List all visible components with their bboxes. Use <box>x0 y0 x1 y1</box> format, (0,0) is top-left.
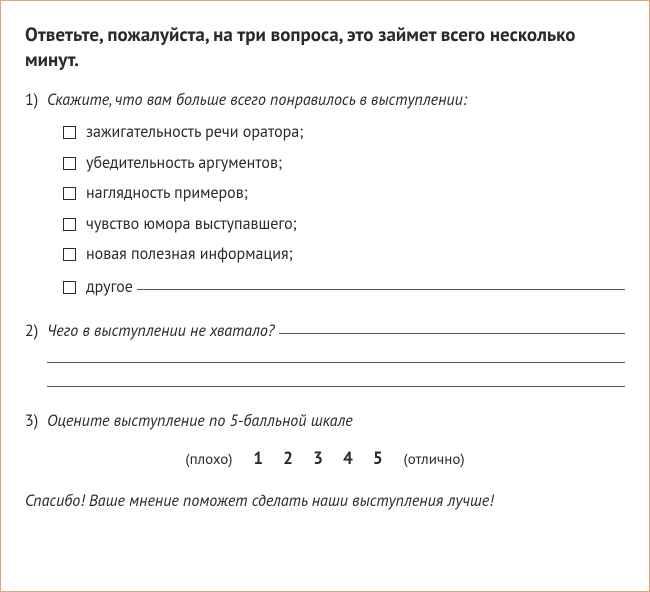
q2-text: Чего в выступлении не хватало? <box>47 321 275 343</box>
q2-number: 2) <box>25 321 47 343</box>
questionnaire-card: Ответьте, пожалуйста, на три вопроса, эт… <box>0 0 650 592</box>
q1-option: зажигательность речи оратора; <box>63 122 625 144</box>
question-1: 1) Скажите, что вам больше всего понрави… <box>25 90 625 298</box>
checkbox-icon[interactable] <box>63 157 76 170</box>
q1-options: зажигательность речи оратора; убедительн… <box>25 122 625 299</box>
q1-option: чувство юмора выступавшего; <box>63 214 625 236</box>
q1-option-other: другое <box>63 275 625 299</box>
q3-number: 3) <box>25 411 47 433</box>
q1-option-label: новая полезная информация; <box>86 244 293 266</box>
q1-option: наглядность примеров; <box>63 183 625 205</box>
q3-text: Оцените выступление по 5-балльной шкале <box>47 411 353 433</box>
scale-value-1[interactable]: 1 <box>253 447 263 470</box>
question-2: 2) Чего в выступлении не хватало? <box>25 319 625 388</box>
write-in-line[interactable] <box>47 369 625 388</box>
closing-text: Спасибо! Ваше мнение поможет сделать наш… <box>25 491 625 513</box>
q1-option-label: зажигательность речи оратора; <box>86 122 303 144</box>
checkbox-icon[interactable] <box>63 248 76 261</box>
checkbox-icon[interactable] <box>63 126 76 139</box>
write-in-line[interactable] <box>47 344 625 363</box>
q1-other-label: другое <box>86 277 133 299</box>
q1-option-label: наглядность примеров; <box>86 183 248 205</box>
q1-number: 1) <box>25 90 47 112</box>
q1-option: новая полезная информация; <box>63 244 625 266</box>
q1-option-label: чувство юмора выступавшего; <box>86 214 297 236</box>
scale-value-4[interactable]: 4 <box>343 447 353 470</box>
scale-low-label: (плохо) <box>185 450 232 469</box>
scale-value-2[interactable]: 2 <box>283 447 293 470</box>
write-in-line[interactable] <box>137 273 625 290</box>
scale-value-3[interactable]: 3 <box>313 447 323 470</box>
write-in-line[interactable] <box>279 317 625 334</box>
question-3: 3) Оцените выступление по 5-балльной шка… <box>25 411 625 470</box>
checkbox-icon[interactable] <box>63 218 76 231</box>
checkbox-icon[interactable] <box>63 187 76 200</box>
q1-option-label: убедительность аргументов; <box>86 153 282 175</box>
scale-value-5[interactable]: 5 <box>373 447 383 470</box>
q1-text: Скажите, что вам больше всего понравилос… <box>47 90 467 112</box>
page-title: Ответьте, пожалуйста, на три вопроса, эт… <box>25 23 625 72</box>
rating-scale: (плохо) 1 2 3 4 5 (отлично) <box>25 447 625 471</box>
checkbox-icon[interactable] <box>63 281 76 294</box>
scale-high-label: (отлично) <box>404 450 465 469</box>
q1-option: убедительность аргументов; <box>63 153 625 175</box>
